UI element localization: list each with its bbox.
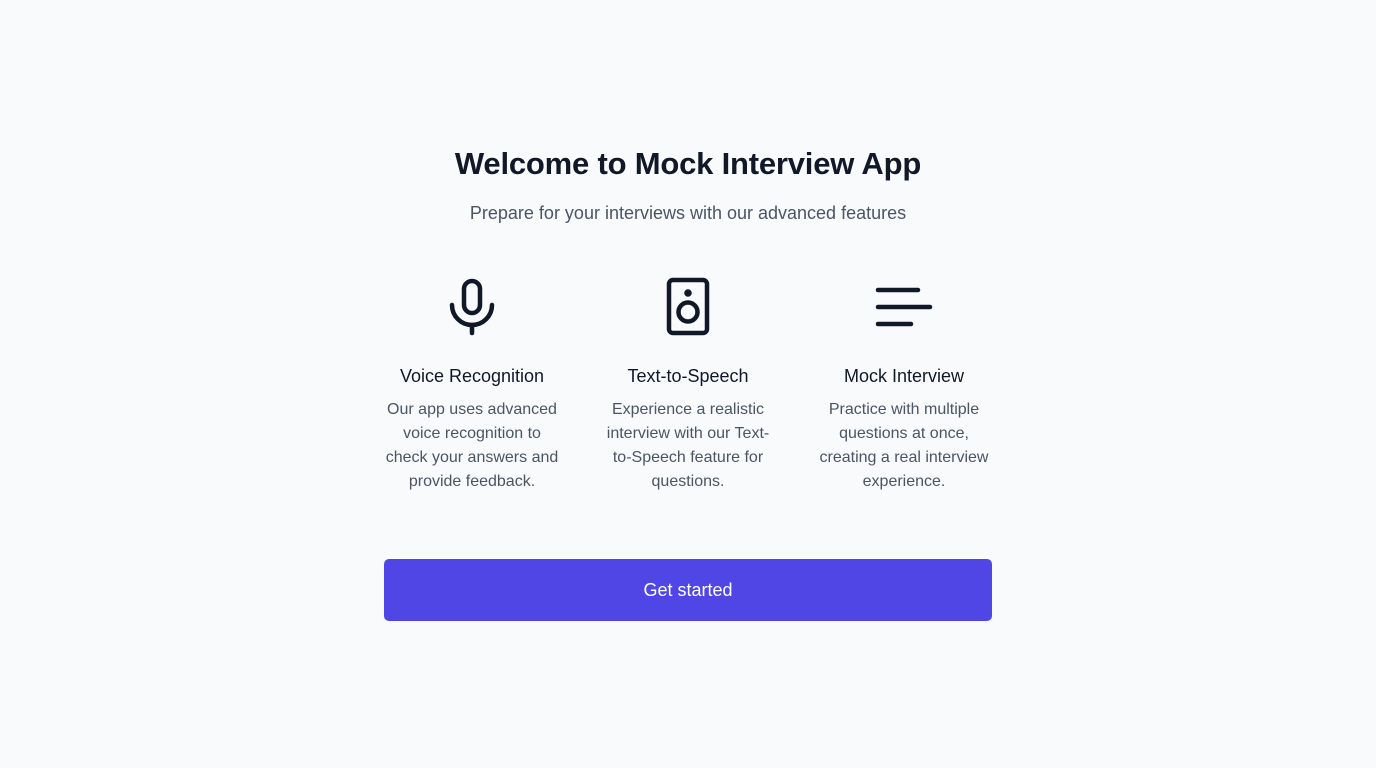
hero-section: Welcome to Mock Interview App Prepare fo… bbox=[384, 140, 992, 226]
features-section: Voice Recognition Our app uses advanced … bbox=[384, 276, 992, 494]
page-subtitle: Prepare for your interviews with our adv… bbox=[469, 203, 907, 223]
feature-description: Our app uses advanced voice recognition … bbox=[385, 401, 559, 490]
text-lines-icon bbox=[875, 287, 933, 327]
feature-mock-interview: Mock Interview Practice with multiple qu… bbox=[816, 276, 992, 494]
welcome-page: Welcome to Mock Interview App Prepare fo… bbox=[0, 0, 1376, 768]
feature-title: Voice Recognition bbox=[399, 366, 545, 386]
feature-text-to-speech: Text-to-Speech Experience a realistic in… bbox=[600, 276, 776, 494]
page-title: Welcome to Mock Interview App bbox=[454, 146, 922, 181]
feature-description: Experience a realistic interview with ou… bbox=[606, 401, 770, 490]
feature-description: Practice with multiple questions at once… bbox=[819, 401, 989, 490]
feature-title: Mock Interview bbox=[843, 366, 965, 386]
get-started-button[interactable]: Get started bbox=[384, 559, 992, 621]
feature-title: Text-to-Speech bbox=[627, 366, 749, 386]
feature-voice-recognition: Voice Recognition Our app uses advanced … bbox=[384, 276, 560, 494]
speaker-icon bbox=[666, 277, 710, 336]
microphone-icon bbox=[449, 278, 495, 336]
